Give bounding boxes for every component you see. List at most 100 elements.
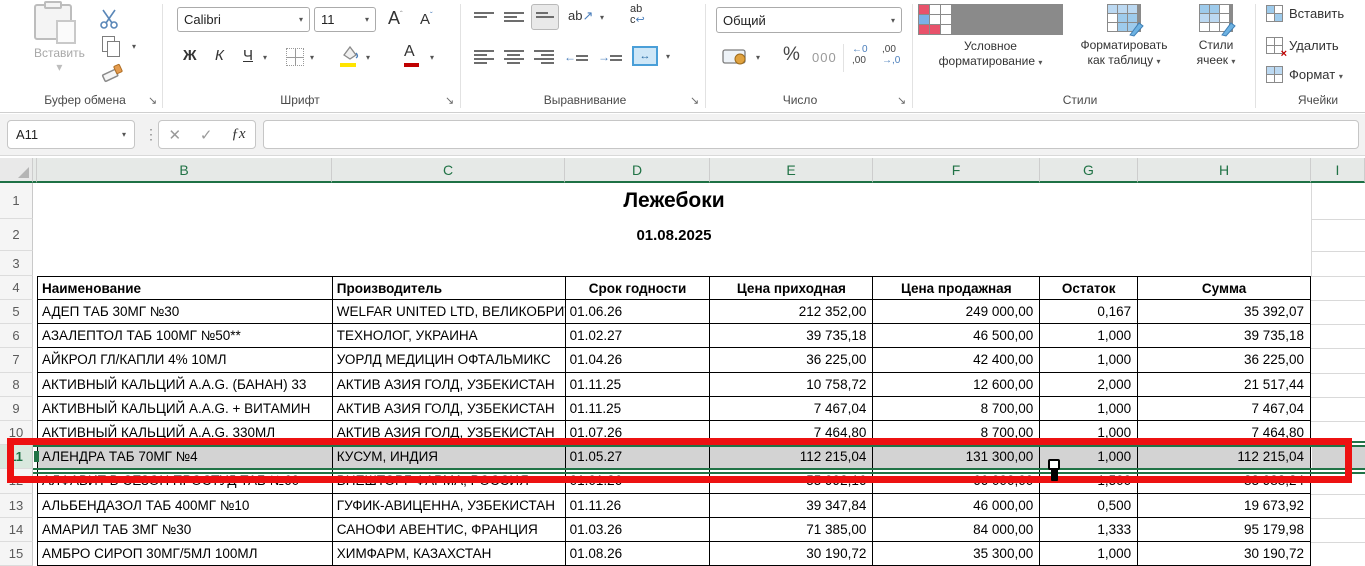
cell[interactable]: 21 517,44	[1138, 373, 1311, 397]
cell[interactable]: АЛЬБЕНДАЗОЛ ТАБ 400МГ №10	[38, 494, 333, 518]
column-header-E[interactable]: E	[710, 158, 873, 183]
borders-button[interactable]	[286, 48, 304, 66]
copy-chevron-icon[interactable]: ▾	[132, 42, 136, 51]
cell[interactable]: ГУФИК-АВИЦЕННА, УЗБЕКИСТАН	[333, 494, 566, 518]
number-format-combobox[interactable]: Общий▾	[716, 7, 902, 33]
row-header-1[interactable]: 1	[0, 183, 33, 219]
cell[interactable]: 1,000	[1040, 397, 1138, 421]
cell[interactable]: WELFAR UNITED LTD, ВЕЛИКОБРИТАНИЯ	[333, 300, 566, 324]
cell[interactable]: 39 735,18	[1138, 324, 1311, 348]
increase-decimal-button[interactable]: ←0,00	[852, 44, 868, 66]
italic-button[interactable]: К	[215, 47, 224, 64]
table-row[interactable]: АМБРО СИРОП 30МГ/5МЛ 100МЛХИМФАРМ, КАЗАХ…	[38, 542, 1311, 566]
column-header-F[interactable]: F	[873, 158, 1040, 183]
shrink-font-button[interactable]: Aˇ	[420, 11, 433, 28]
align-top-button[interactable]	[474, 10, 494, 24]
column-header-G[interactable]: G	[1040, 158, 1138, 183]
cell[interactable]: 01.08.26	[566, 542, 711, 566]
cell[interactable]: ХИМФАРМ, КАЗАХСТАН	[333, 542, 566, 566]
table-row[interactable]: АДЕП ТАБ 30МГ №30WELFAR UNITED LTD, ВЕЛИ…	[38, 300, 1311, 324]
cell[interactable]: 0,500	[1040, 494, 1138, 518]
name-box[interactable]: A11 ▾	[7, 120, 135, 149]
cell[interactable]: 10 758,72	[710, 373, 873, 397]
cell[interactable]: 1,000	[1040, 324, 1138, 348]
cell[interactable]: 30 190,72	[1138, 542, 1311, 566]
fill-chevron-icon[interactable]: ▾	[366, 53, 370, 62]
align-middle-button[interactable]	[504, 10, 524, 24]
cell[interactable]: 36 225,00	[1138, 348, 1311, 372]
cut-button[interactable]	[98, 8, 120, 30]
increase-indent-button[interactable]: →	[598, 50, 622, 64]
cell[interactable]: АЙКРОЛ ГЛ/КАПЛИ 4% 10МЛ	[38, 348, 333, 372]
row-header-5[interactable]: 5	[0, 300, 33, 324]
cell[interactable]: 1,000	[1040, 348, 1138, 372]
orientation-chevron-icon[interactable]: ▾	[600, 13, 604, 22]
cell[interactable]: АКТИВНЫЙ КАЛЬЦИЙ A.A.G. + ВИТАМИН	[38, 397, 333, 421]
cell[interactable]: 35 392,07	[1138, 300, 1311, 324]
table-row[interactable]: АЗАЛЕПТОЛ ТАБ 100МГ №50**ТЕХНОЛОГ, УКРАИ…	[38, 324, 1311, 348]
row-header-9[interactable]: 9	[0, 397, 33, 421]
cell[interactable]: 1,000	[1040, 542, 1138, 566]
cell[interactable]: 46 000,00	[873, 494, 1040, 518]
table-header-cell[interactable]: Сумма	[1138, 277, 1311, 300]
align-center-button[interactable]	[504, 48, 524, 66]
row-header-8[interactable]: 8	[0, 373, 33, 397]
font-name-combobox[interactable]: Calibri▾	[177, 7, 310, 32]
cell[interactable]: 212 352,00	[710, 300, 873, 324]
table-header-cell[interactable]: Цена продажная	[873, 277, 1040, 300]
cell[interactable]: АМБРО СИРОП 30МГ/5МЛ 100МЛ	[38, 542, 333, 566]
align-left-button[interactable]	[474, 48, 494, 66]
cell[interactable]: 39 347,84	[710, 494, 873, 518]
row-header-7[interactable]: 7	[0, 348, 33, 372]
sheet-date-cell[interactable]: 01.08.2025	[37, 219, 1311, 251]
cell[interactable]: 12 600,00	[873, 373, 1040, 397]
cell[interactable]: 01.06.26	[566, 300, 711, 324]
select-all-button[interactable]	[0, 158, 33, 183]
cell[interactable]: 01.11.25	[566, 397, 711, 421]
cell[interactable]: 30 190,72	[710, 542, 873, 566]
copy-button[interactable]	[102, 36, 115, 52]
cell[interactable]: 249 000,00	[873, 300, 1040, 324]
font-color-button[interactable]: A	[404, 43, 421, 67]
cell[interactable]: 2,000	[1040, 373, 1138, 397]
borders-chevron-icon[interactable]: ▾	[310, 53, 314, 62]
cell[interactable]: 01.02.27	[566, 324, 711, 348]
row-header-2[interactable]: 2	[0, 219, 33, 251]
alignment-dialog-launcher-icon[interactable]: ↘	[690, 94, 699, 107]
enter-button[interactable]: ✓	[200, 126, 213, 144]
cell[interactable]: 46 500,00	[873, 324, 1040, 348]
cell[interactable]: 84 000,00	[873, 518, 1040, 542]
cell[interactable]: 01.11.26	[566, 494, 711, 518]
align-right-button[interactable]	[534, 48, 554, 66]
decrease-decimal-button[interactable]: ,00→,0	[882, 44, 900, 66]
font-dialog-launcher-icon[interactable]: ↘	[445, 94, 454, 107]
clipboard-dialog-launcher-icon[interactable]: ↘	[148, 94, 157, 107]
table-header-cell[interactable]: Цена приходная	[710, 277, 873, 300]
cell[interactable]: 42 400,00	[873, 348, 1040, 372]
cell[interactable]: 36 225,00	[710, 348, 873, 372]
cancel-button[interactable]: ✕	[168, 126, 181, 144]
cell[interactable]: 0,167	[1040, 300, 1138, 324]
row-header-13[interactable]: 13	[0, 494, 33, 518]
insert-function-button[interactable]: ƒx	[231, 126, 245, 143]
cell[interactable]: АКТИВНЫЙ КАЛЬЦИЙ A.A.G. (БАНАН) 33	[38, 373, 333, 397]
fill-color-button[interactable]	[340, 45, 360, 67]
underline-button[interactable]: Ч	[243, 47, 253, 64]
conditional-formatting-button[interactable]: Условноеформатирование ▾	[918, 2, 1063, 70]
formula-input[interactable]	[263, 120, 1359, 149]
table-row[interactable]: АМАРИЛ ТАБ 3МГ №30САНОФИ АВЕНТИС, ФРАНЦИ…	[38, 518, 1311, 542]
table-header-cell[interactable]: Остаток	[1040, 277, 1138, 300]
sheet-title-cell[interactable]: Лежебоки	[37, 183, 1311, 219]
table-header-cell[interactable]: Срок годности	[566, 277, 711, 300]
cell[interactable]: АДЕП ТАБ 30МГ №30	[38, 300, 333, 324]
accounting-format-button[interactable]	[722, 48, 748, 66]
table-header-cell[interactable]: Наименование	[38, 277, 333, 300]
format-as-table-button[interactable]: Форматироватькак таблицу ▾	[1063, 2, 1185, 69]
cell[interactable]: САНОФИ АВЕНТИС, ФРАНЦИЯ	[333, 518, 566, 542]
row-header-14[interactable]: 14	[0, 518, 33, 542]
cell[interactable]: 7 467,04	[710, 397, 873, 421]
row-header-3[interactable]: 3	[0, 251, 33, 276]
delete-cells-button[interactable]: × Удалить	[1266, 37, 1339, 54]
column-header-I[interactable]: I	[1311, 158, 1365, 183]
orientation-button[interactable]: ab↗	[568, 8, 593, 24]
